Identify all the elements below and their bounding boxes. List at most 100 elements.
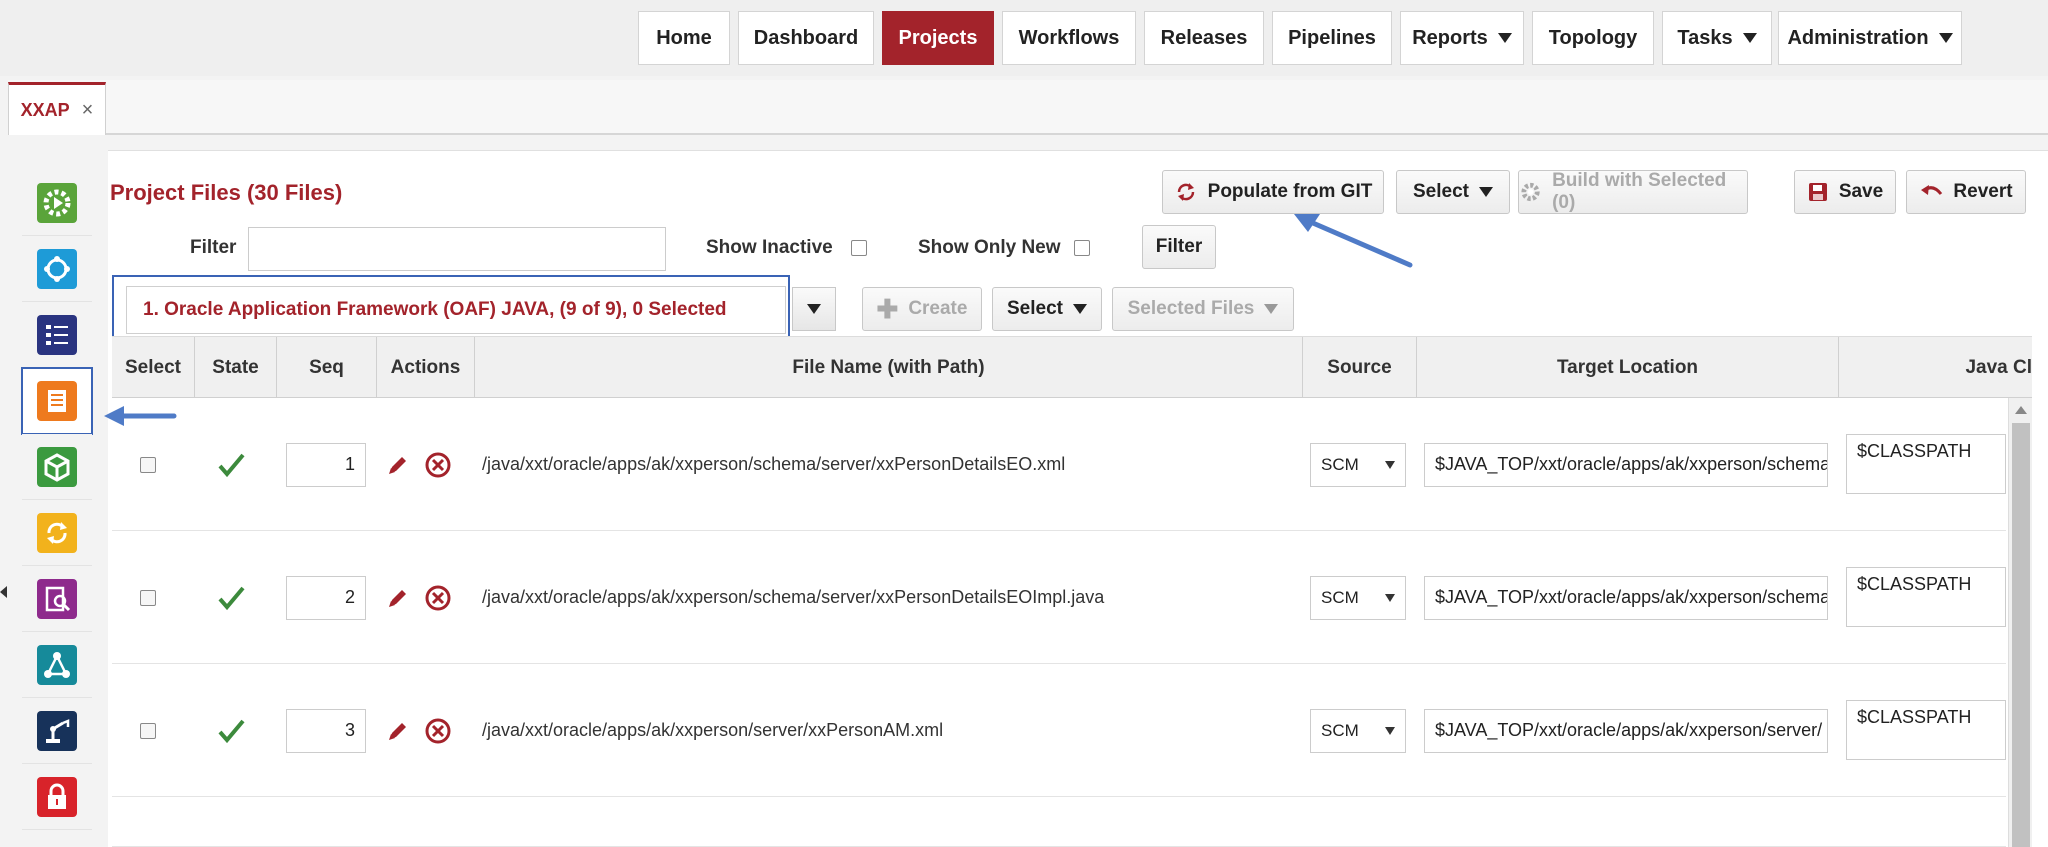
source-select[interactable]: SCM	[1310, 442, 1406, 487]
project-files-icon	[37, 380, 77, 421]
nav-home[interactable]: Home	[638, 11, 730, 65]
selected-files-button[interactable]: Selected Files	[1112, 287, 1294, 331]
target-cell: $JAVA_TOP/xxt/oracle/apps/ak/xxperson/sc…	[1424, 531, 1828, 664]
target-location-input[interactable]: $JAVA_TOP/xxt/oracle/apps/ak/xxperson/sc…	[1424, 575, 1828, 620]
nav-pipelines[interactable]: Pipelines	[1272, 11, 1392, 65]
nav-topology[interactable]: Topology	[1532, 11, 1654, 65]
group-select-button[interactable]: Select	[992, 287, 1102, 331]
seq-input[interactable]: 1	[286, 442, 366, 487]
sidebar-item-deploy[interactable]	[22, 170, 92, 236]
undo-icon	[1921, 185, 1943, 195]
nav-tasks-label: Tasks	[1677, 26, 1733, 49]
scroll-up-icon[interactable]	[2015, 406, 2027, 414]
row-select-cell	[140, 531, 156, 664]
source-value: SCM	[1321, 454, 1359, 474]
sidebar-item-automation[interactable]	[22, 698, 92, 764]
checklist-icon	[37, 314, 77, 355]
scroll-thumb[interactable]	[2012, 423, 2030, 847]
nav-projects[interactable]: Projects	[882, 11, 994, 65]
header-state: State	[194, 337, 276, 399]
nav-pipelines-label: Pipelines	[1288, 26, 1376, 49]
close-icon[interactable]: ×	[82, 99, 94, 122]
sidebar-item-report[interactable]	[22, 566, 92, 632]
sidebar-item-topology[interactable]	[22, 632, 92, 698]
filter-button[interactable]: Filter	[1142, 225, 1216, 269]
sidebar-item-checklist[interactable]	[22, 302, 92, 368]
header-java-classpath: Java Cl	[1838, 337, 2032, 399]
chevron-down-icon	[807, 304, 821, 314]
header-actions: Actions	[376, 337, 474, 399]
classpath-cell: $CLASSPATH	[1846, 664, 2006, 797]
show-inactive-checkbox[interactable]	[851, 240, 867, 256]
build-label: Build with Selected (0)	[1552, 170, 1727, 213]
table-row: 1 /java/xxt/oracle/apps/ak/xxperson/sche…	[112, 398, 2006, 531]
refresh-icon	[37, 512, 77, 553]
tab-xxap[interactable]: XXAP ×	[8, 82, 106, 135]
seq-input[interactable]: 3	[286, 708, 366, 753]
seq-input[interactable]: 2	[286, 575, 366, 620]
classpath-input[interactable]: $CLASSPATH	[1846, 434, 2006, 494]
delete-icon[interactable]	[424, 717, 452, 745]
chevron-down-icon	[1497, 33, 1512, 43]
delete-icon[interactable]	[424, 584, 452, 612]
select-label: Select	[1413, 181, 1469, 202]
source-value: SCM	[1321, 587, 1359, 607]
sidebar-item-network[interactable]	[22, 236, 92, 302]
save-disk-icon	[1808, 183, 1827, 201]
classpath-input[interactable]: $CLASSPATH	[1846, 567, 2006, 627]
edit-pencil-icon[interactable]	[386, 719, 410, 743]
nav-dashboard[interactable]: Dashboard	[738, 11, 874, 65]
nav-releases[interactable]: Releases	[1144, 11, 1264, 65]
delete-icon[interactable]	[424, 451, 452, 479]
classpath-cell: $CLASSPATH	[1846, 531, 2006, 664]
nav-workflows[interactable]: Workflows	[1002, 11, 1136, 65]
seq-cell: 2	[286, 531, 366, 664]
chevron-down-icon	[1264, 304, 1279, 314]
row-checkbox[interactable]	[140, 456, 156, 473]
nav-releases-label: Releases	[1160, 26, 1248, 49]
nav-reports[interactable]: Reports	[1400, 11, 1524, 65]
nav-tasks[interactable]: Tasks	[1662, 11, 1772, 65]
save-button[interactable]: Save	[1794, 170, 1896, 214]
build-with-selected-button[interactable]: Build with Selected (0)	[1518, 170, 1748, 214]
check-icon	[218, 586, 245, 610]
source-select[interactable]: SCM	[1310, 575, 1406, 620]
table-scrollbar[interactable]	[2008, 398, 2032, 847]
row-checkbox[interactable]	[140, 589, 156, 606]
row-checkbox[interactable]	[140, 722, 156, 739]
state-cell	[216, 664, 246, 797]
chevron-down-icon	[1385, 460, 1395, 469]
source-cell: SCM	[1310, 664, 1406, 797]
table-row: 2 /java/xxt/oracle/apps/ak/xxperson/sche…	[112, 531, 2006, 664]
nav-projects-label: Projects	[898, 26, 978, 49]
target-cell: $JAVA_TOP/xxt/oracle/apps/ak/xxperson/se…	[1424, 664, 1828, 797]
source-select[interactable]: SCM	[1310, 708, 1406, 753]
revert-button[interactable]: Revert	[1906, 170, 2026, 214]
state-cell	[216, 398, 246, 531]
collapse-sidebar-icon[interactable]	[0, 586, 7, 598]
populate-from-git-button[interactable]: Populate from GIT	[1162, 170, 1384, 214]
target-location-input[interactable]: $JAVA_TOP/xxt/oracle/apps/ak/xxperson/se…	[1424, 708, 1828, 753]
chevron-down-icon	[1938, 33, 1953, 43]
page-title: Project Files (30 Files)	[110, 180, 343, 205]
sidebar-item-project-files[interactable]	[21, 367, 93, 435]
chevron-down-icon	[1385, 593, 1395, 602]
filter-input[interactable]	[248, 227, 666, 271]
actions-cell	[386, 664, 452, 797]
edit-pencil-icon[interactable]	[386, 586, 410, 610]
source-cell: SCM	[1310, 398, 1406, 531]
file-group-dropdown-button[interactable]	[792, 287, 836, 331]
target-location-input[interactable]: $JAVA_TOP/xxt/oracle/apps/ak/xxperson/sc…	[1424, 442, 1828, 487]
filter-button-label: Filter	[1155, 236, 1203, 257]
edit-pencil-icon[interactable]	[386, 453, 410, 477]
sidebar-item-package[interactable]	[22, 434, 92, 500]
nav-workflows-label: Workflows	[1018, 26, 1120, 49]
sidebar-item-refresh[interactable]	[22, 500, 92, 566]
sidebar-item-security[interactable]	[22, 764, 92, 830]
select-menu-button[interactable]: Select	[1396, 170, 1510, 214]
classpath-input[interactable]: $CLASSPATH	[1846, 700, 2006, 760]
show-only-new-checkbox[interactable]	[1074, 240, 1090, 256]
nav-administration[interactable]: Administration	[1778, 11, 1962, 65]
deploy-gear-icon	[37, 182, 77, 223]
create-button[interactable]: ✚ Create	[862, 287, 982, 331]
